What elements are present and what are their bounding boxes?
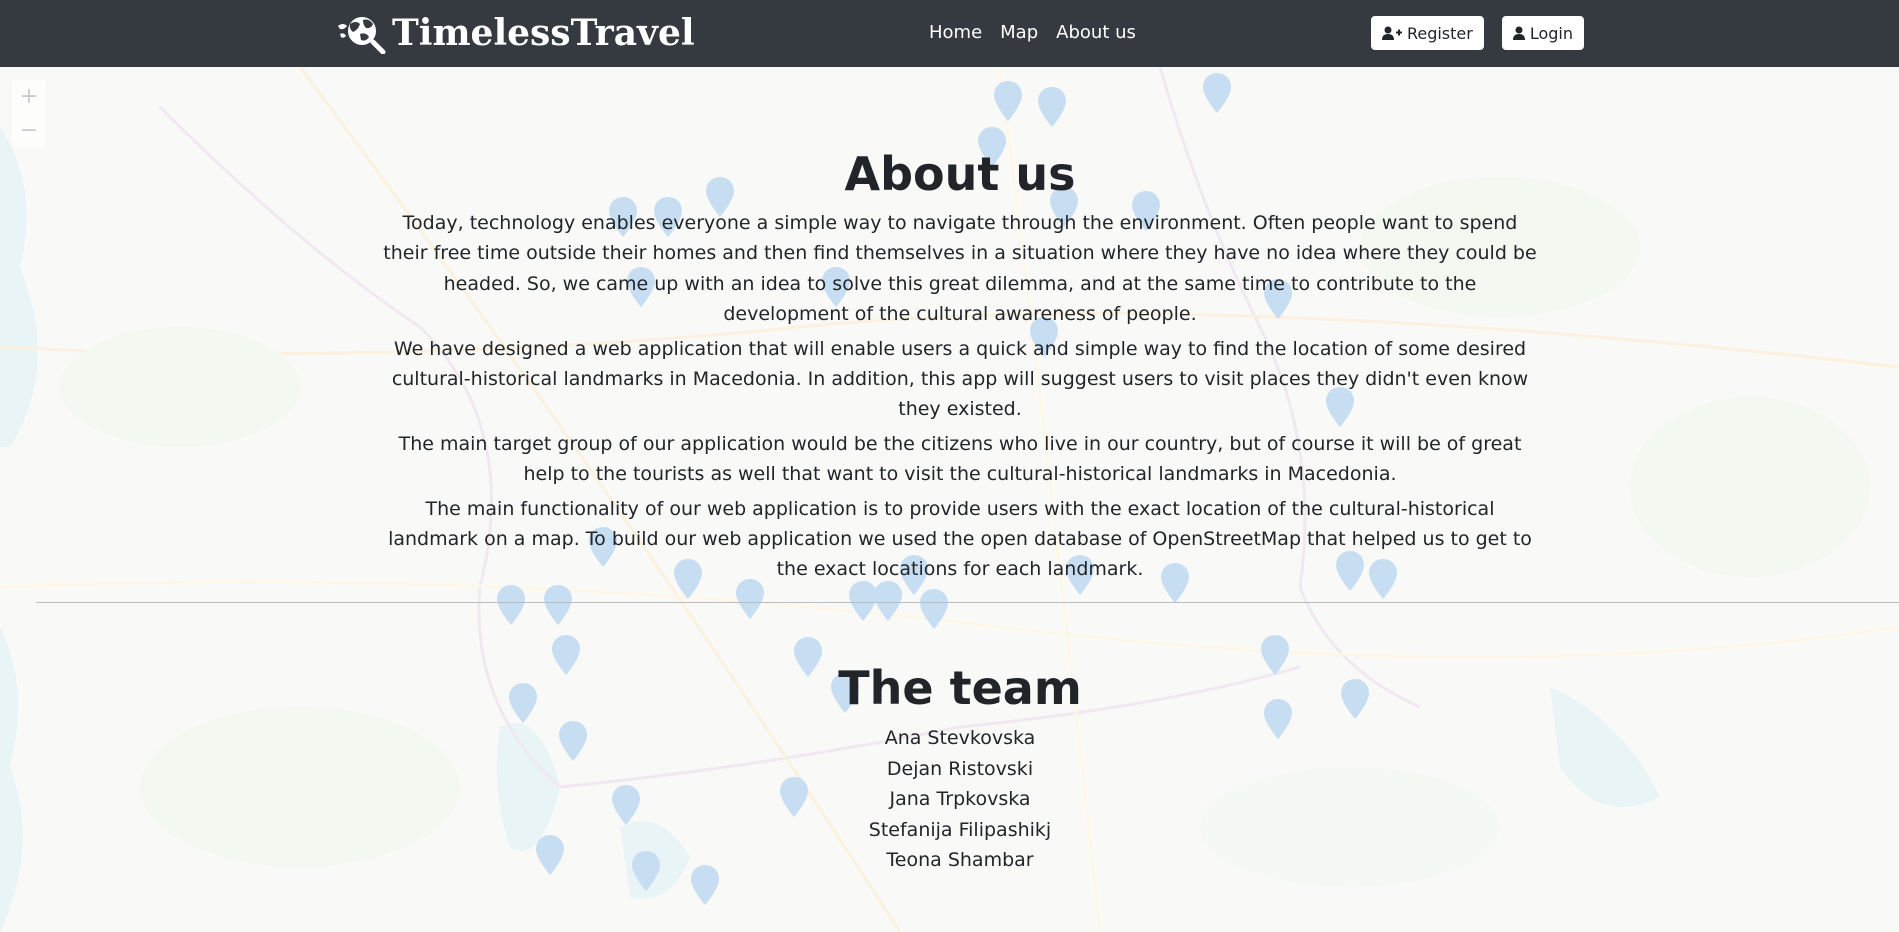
nav-home[interactable]: Home: [929, 18, 982, 48]
register-button[interactable]: Register: [1370, 16, 1484, 50]
nav-map[interactable]: Map: [1000, 18, 1038, 48]
about-paragraph: Today, technology enables everyone a sim…: [383, 212, 1537, 326]
login-button[interactable]: Login: [1501, 16, 1584, 50]
about-paragraph: The main functionality of our web applic…: [388, 497, 1532, 581]
about-title: About us: [844, 147, 1076, 201]
team-title: The team: [838, 661, 1082, 715]
team-member: Teona Shambar: [886, 849, 1034, 872]
auth-buttons: Register Login: [1353, 16, 1584, 50]
login-label: Login: [1529, 23, 1573, 43]
team-member: Jana Trpkovska: [889, 788, 1031, 811]
nav-about[interactable]: About us: [1056, 18, 1136, 48]
map-zoom-control: + −: [12, 80, 46, 148]
about-paragraph: We have designed a web application that …: [391, 337, 1529, 421]
user-icon: [1512, 26, 1525, 40]
zoom-in-button[interactable]: +: [12, 80, 46, 114]
brand[interactable]: TimelessTravel: [336, 10, 695, 56]
brand-name: TimelessTravel: [392, 12, 695, 54]
register-label: Register: [1406, 23, 1473, 43]
team-member: Ana Stevkovska: [884, 727, 1036, 749]
navbar: TimelessTravel Home Map About us Registe…: [0, 0, 1899, 67]
about-description: Today, technology enables everyone a sim…: [382, 208, 1538, 589]
team-member: Dejan Ristovski: [886, 757, 1034, 780]
globe-magnifier-icon: [336, 12, 386, 55]
zoom-out-button[interactable]: −: [12, 114, 46, 148]
team-members-list: Ana Stevkovska Dejan Ristovski Jana Trpk…: [0, 723, 1899, 876]
team-member: Stefanija Filipashikj: [868, 818, 1052, 841]
about-paragraph: The main target group of our application…: [398, 432, 1522, 486]
section-divider: [36, 602, 1899, 603]
main-nav: Home Map About us: [929, 18, 1154, 48]
user-plus-icon: [1381, 26, 1402, 40]
